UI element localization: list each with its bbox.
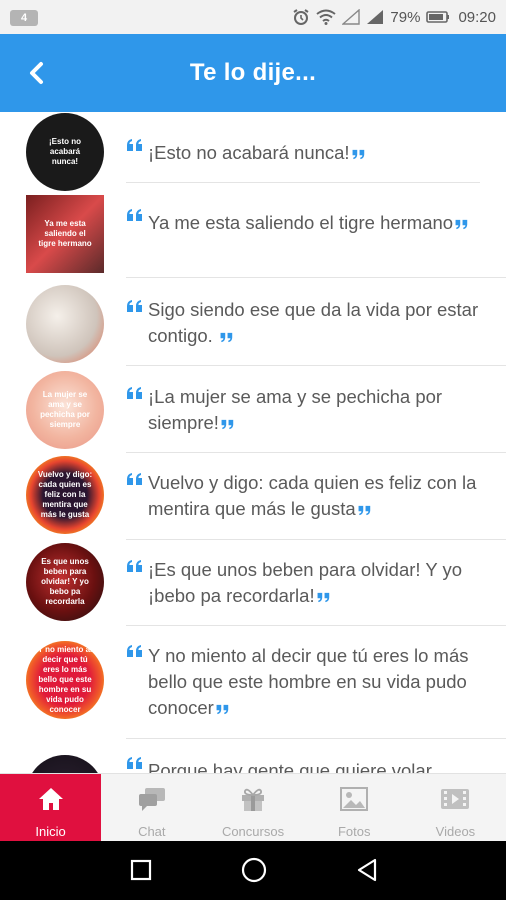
recents-button[interactable] — [129, 858, 153, 882]
quote-thumbnail: Es que unos beben para olvidar! Y yo beb… — [26, 543, 104, 621]
quote-thumbnail: Ya me esta saliendo el tigre hermano — [26, 195, 104, 273]
list-item[interactable]: Vuelvo y digo: cada quien es feliz con l… — [0, 452, 506, 540]
quote-open-icon — [127, 560, 142, 572]
quote-text: Ya me esta saliendo el tigre hermano — [148, 210, 488, 236]
quote-thumbnail — [26, 755, 104, 773]
quote-open-icon — [127, 139, 142, 151]
quote-text: Y no miento al decir que tú eres lo más … — [148, 645, 469, 718]
quote-text: ¡Es que unos beben para olvidar! Y yo ¡b… — [148, 559, 463, 606]
quote-text: Sigo siendo ese que da la vida por estar… — [148, 299, 479, 346]
quote-open-icon — [127, 387, 142, 399]
list-item[interactable]: Es que unos beben para olvidar! Y yo beb… — [0, 539, 506, 626]
quote-open-icon — [127, 473, 142, 485]
quote-close-icon — [220, 332, 233, 343]
divider — [126, 182, 480, 183]
list-item[interactable]: Y no miento al decir que tú eres lo más … — [0, 625, 506, 739]
quote-thumbnail: ¡Esto no acabará nunca! — [26, 113, 104, 191]
quote-close-icon — [221, 419, 234, 430]
page-title: Te lo dije... — [189, 59, 317, 86]
quote-open-icon — [127, 300, 142, 312]
video-icon — [441, 789, 470, 809]
notification-badge: 4 — [10, 10, 38, 26]
quote-text: Vuelvo y digo: cada quien es feliz con l… — [148, 472, 477, 519]
battery-icon — [426, 11, 450, 23]
quote-open-icon — [127, 209, 142, 221]
quote-list[interactable]: ¡Esto no acabará nunca! ¡Esto no acabará… — [0, 112, 506, 773]
quote-close-icon — [358, 505, 370, 516]
wifi-icon — [316, 9, 337, 25]
quote-thumbnail — [26, 285, 104, 363]
clock: 09:20 — [458, 8, 496, 26]
app-bar: Te lo dije... — [0, 34, 506, 112]
quote-close-icon — [317, 592, 329, 603]
quote-thumbnail: Y no miento al decir que tú eres lo más … — [26, 641, 104, 719]
list-item[interactable]: Porque hay gente que quiere volar — [0, 739, 506, 773]
quote-text: ¡Esto no acabará nunca! — [148, 140, 488, 166]
photo-icon — [340, 787, 369, 811]
quote-close-icon — [352, 149, 364, 160]
alarm-icon — [293, 9, 309, 25]
nav-label: Fotos — [337, 824, 371, 839]
quote-close-icon — [455, 219, 468, 230]
signal-icon — [342, 9, 361, 25]
nav-label: Chat — [138, 824, 166, 839]
quote-open-icon — [127, 757, 142, 769]
quote-text: Porque hay gente que quiere volar — [148, 760, 432, 773]
quote-thumbnail: La mujer se ama y se pechicha por siempr… — [26, 371, 104, 449]
battery-percent: 79% — [390, 8, 421, 26]
home-icon — [38, 788, 63, 810]
gift-icon — [242, 788, 264, 811]
list-item[interactable]: La mujer se ama y se pechicha por siempr… — [0, 366, 506, 453]
nav-inicio[interactable]: Inicio — [0, 774, 102, 842]
quote-text: ¡La mujer se ama y se pechicha por siemp… — [148, 386, 443, 433]
quote-close-icon — [216, 704, 229, 715]
quote-open-icon — [127, 645, 142, 657]
back-nav-button[interactable] — [355, 858, 379, 882]
signal-icon — [367, 10, 384, 24]
chat-icon — [138, 788, 165, 811]
status-bar: 4 79% 09:20 — [0, 0, 506, 34]
nav-label: Videos — [435, 824, 476, 839]
bottom-navigation: Inicio Chat Concursos Fotos Videos — [0, 773, 506, 842]
nav-chat[interactable]: Chat — [101, 774, 202, 842]
nav-fotos[interactable]: Fotos — [304, 774, 405, 842]
list-item[interactable]: ¡Esto no acabará nunca! ¡Esto no acabará… — [0, 112, 506, 191]
nav-label: Concursos — [221, 824, 285, 839]
list-item[interactable]: Ya me esta saliendo el tigre hermano Ya … — [0, 189, 506, 278]
quote-thumbnail: Vuelvo y digo: cada quien es feliz con l… — [26, 456, 104, 534]
nav-videos[interactable]: Videos — [405, 774, 506, 842]
home-button[interactable] — [240, 856, 268, 884]
nav-concursos[interactable]: Concursos — [202, 774, 303, 842]
system-navigation-bar — [0, 841, 506, 900]
list-item[interactable]: Sigo siendo ese que da la vida por estar… — [0, 278, 506, 366]
nav-label: Inicio — [35, 824, 66, 839]
